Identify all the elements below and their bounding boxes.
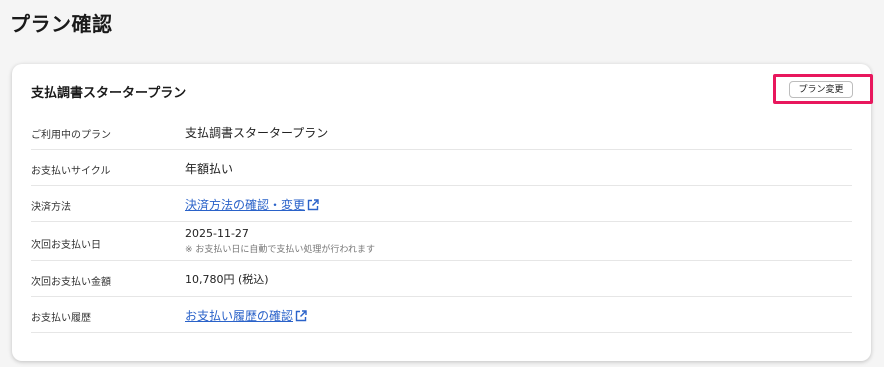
row-label-payment-cycle: お支払いサイクル: [31, 166, 111, 177]
plan-details-list: ご利用中のプラン 支払調書スタータープラン お支払いサイクル 年額払い 決済方法…: [31, 114, 852, 333]
row-label-current-plan: ご利用中のプラン: [31, 130, 111, 141]
payment-history-link-wrap: お支払い履歴の確認: [185, 307, 307, 325]
row-label-next-payment-amount: 次回お支払い金額: [31, 277, 111, 288]
row-value-payment-cycle: 年額払い: [185, 162, 234, 176]
row-payment-cycle: お支払いサイクル 年額払い: [31, 150, 852, 186]
auto-payment-note: ※ お支払い日に自動で支払い処理が行われます: [185, 245, 375, 255]
plan-card-title: 支払調書スタータープラン: [31, 86, 187, 101]
row-payment-history: お支払い履歴 お支払い履歴の確認: [31, 297, 852, 333]
row-value-next-payment-date: 2025-11-27: [185, 227, 249, 240]
row-value-current-plan: 支払調書スタータープラン: [185, 126, 329, 140]
row-current-plan: ご利用中のプラン 支払調書スタータープラン: [31, 114, 852, 150]
plan-card: 支払調書スタータープラン プラン変更 ご利用中のプラン 支払調書スタータープラン…: [12, 64, 873, 361]
payment-method-link[interactable]: 決済方法の確認・変更: [185, 198, 305, 212]
external-link-icon[interactable]: [307, 199, 319, 214]
row-value-next-payment-amount: 10,780円 (税込): [185, 273, 269, 286]
page-title: プラン確認: [10, 12, 113, 36]
payment-history-link[interactable]: お支払い履歴の確認: [185, 309, 293, 323]
row-next-payment-date: 次回お支払い日 2025-11-27 ※ お支払い日に自動で支払い処理が行われま…: [31, 222, 852, 261]
external-link-icon[interactable]: [295, 310, 307, 325]
row-label-next-payment-date: 次回お支払い日: [31, 240, 101, 251]
plan-change-button[interactable]: プラン変更: [789, 81, 853, 98]
row-label-payment-method: 決済方法: [31, 202, 71, 213]
row-label-payment-history: お支払い履歴: [31, 313, 91, 324]
row-next-payment-amount: 次回お支払い金額 10,780円 (税込): [31, 261, 852, 297]
row-payment-method: 決済方法 決済方法の確認・変更: [31, 186, 852, 222]
payment-method-link-wrap: 決済方法の確認・変更: [185, 196, 319, 214]
